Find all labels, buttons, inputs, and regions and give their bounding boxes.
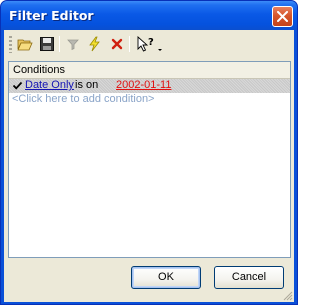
condition-checkbox[interactable]	[12, 80, 23, 91]
filter-icon	[67, 39, 79, 51]
delete-x-icon	[111, 38, 123, 50]
save-icon	[40, 37, 54, 51]
add-condition-link[interactable]: <Click here to add condition>	[12, 93, 154, 105]
open-icon	[17, 39, 33, 51]
apply-button[interactable]	[85, 34, 105, 54]
conditions-header: Conditions	[9, 62, 290, 79]
filter-editor-window: Filter Editor ? Conditions Date Only is …	[0, 0, 298, 305]
conditions-panel: Conditions Date Only is on 2002-01-11 <C…	[8, 61, 291, 258]
delete-button[interactable]	[107, 34, 127, 54]
toolbar: ?	[7, 32, 291, 57]
close-button[interactable]	[272, 6, 293, 27]
close-icon	[277, 11, 288, 22]
condition-row[interactable]: Date Only is on 2002-01-11	[9, 79, 290, 93]
apply-lightning-icon	[89, 36, 100, 52]
whats-this-help-icon: ?	[137, 36, 162, 52]
title-bar[interactable]: Filter Editor	[1, 1, 297, 30]
toolbar-separator	[129, 36, 130, 52]
toolbar-grip[interactable]	[9, 36, 12, 53]
save-button[interactable]	[37, 34, 57, 54]
open-button[interactable]	[15, 34, 35, 54]
condition-operator[interactable]: is on	[75, 79, 98, 91]
condition-field-link[interactable]: Date Only	[25, 79, 74, 91]
toolbar-separator	[59, 36, 60, 52]
filter-button[interactable]	[63, 34, 83, 54]
ok-button[interactable]: OK	[131, 266, 201, 289]
dialog-body: ? Conditions Date Only is on 2002-01-11 …	[4, 30, 294, 302]
cancel-button[interactable]: Cancel	[214, 266, 284, 289]
condition-value-link[interactable]: 2002-01-11	[116, 79, 171, 91]
whats-this-help-button[interactable]: ?	[134, 34, 164, 54]
svg-text:?: ?	[148, 37, 154, 48]
window-title: Filter Editor	[9, 8, 94, 23]
resize-grip[interactable]	[282, 290, 293, 301]
